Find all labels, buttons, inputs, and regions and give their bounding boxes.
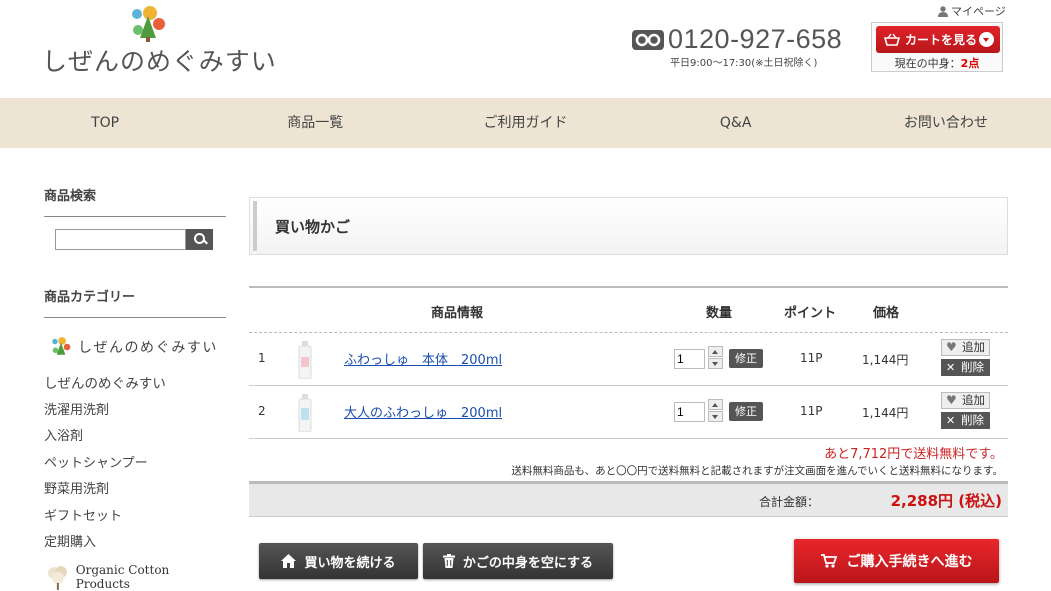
cotton-icon [47, 565, 67, 590]
brand-mark-icon [52, 337, 71, 355]
row-number: 1 [258, 351, 266, 365]
nav-top[interactable]: TOP [0, 98, 210, 148]
free-dial-icon [632, 30, 664, 50]
global-nav: TOP 商品一覧 ご利用ガイド Q&A お問い合わせ [0, 98, 1051, 148]
product-name-link[interactable]: ふわっしゅ 本体 200ml [344, 349, 502, 368]
chevron-down-icon[interactable] [708, 411, 723, 422]
table-row: 1 ふわっしゅ 本体 200ml 修正 11P 1,144円 追加 削除 [249, 333, 1008, 386]
checkout-button[interactable]: ご購入手続きへ進む [794, 539, 999, 583]
category-brand-label: しぜんのめぐみすい [78, 340, 218, 356]
trash-icon [442, 554, 455, 568]
total-value: 2,288円 (税込) [890, 492, 1002, 510]
mypage-label: マイページ [951, 5, 1006, 18]
nav-products[interactable]: 商品一覧 [210, 98, 420, 148]
quantity-stepper[interactable] [708, 346, 724, 370]
total-label: 合計金額： [759, 495, 820, 509]
search-input[interactable] [55, 229, 186, 250]
cart-status-prefix: 現在の中身： [894, 57, 961, 70]
nav-guide[interactable]: ご利用ガイド [420, 98, 630, 148]
phone-number: 0120-927-658 [668, 24, 843, 54]
cart-icon [820, 554, 837, 568]
quantity-input[interactable] [674, 349, 705, 369]
category-item[interactable]: ギフトセット [44, 504, 226, 531]
chevron-down-icon[interactable] [708, 358, 723, 369]
organic-cotton-link[interactable]: Organic Cotton Products [44, 563, 226, 591]
add-favorite-button[interactable]: 追加 [941, 339, 990, 356]
category-item[interactable]: ペットシャンプー [44, 451, 226, 478]
cart-status-count: 2点 [960, 57, 980, 70]
total-bar: 合計金額： 2,288円 (税込) [249, 481, 1008, 517]
logo-mark-icon [132, 6, 165, 42]
cart-table: 商品情報 数量 ポイント 価格 1 ふわっしゅ 本体 200ml 修正 11P … [249, 286, 1008, 517]
continue-label: 買い物を続ける [304, 555, 396, 571]
cart-summary: カートを見る 現在の中身：2点 [871, 22, 1003, 72]
phone-hours: 平日9:00〜17:30(※土日祝除く) [670, 58, 818, 69]
quantity-stepper[interactable] [708, 399, 724, 423]
product-name-link[interactable]: 大人のふわっしゅ 200ml [344, 402, 502, 421]
empty-cart-button[interactable]: かごの中身を空にする [423, 543, 613, 579]
organic-label: Organic Cotton Products [75, 562, 170, 591]
delete-button[interactable]: 削除 [941, 412, 990, 429]
mypage-link[interactable]: マイページ [938, 3, 1006, 19]
chevron-up-icon[interactable] [708, 346, 723, 357]
update-button[interactable]: 修正 [729, 402, 763, 421]
col-points: ポイント [784, 306, 837, 321]
category-heading: 商品カテゴリー [44, 288, 226, 318]
add-favorite-button[interactable]: 追加 [941, 392, 990, 409]
user-icon [938, 5, 948, 17]
table-header: 商品情報 数量 ポイント 価格 [249, 286, 1008, 333]
row-price: 1,144円 [862, 406, 909, 420]
table-row: 2 大人のふわっしゅ 200ml 修正 11P 1,144円 追加 削除 [249, 386, 1008, 439]
category-list: しぜんのめぐみすい 洗濯用洗剤 入浴剤 ペットシャンプー 野菜用洗剤 ギフトセッ… [44, 371, 226, 557]
quantity-input[interactable] [674, 402, 705, 422]
nav-qa[interactable]: Q&A [631, 98, 841, 148]
search-heading: 商品検索 [44, 187, 226, 217]
product-image[interactable] [298, 394, 312, 432]
chevron-down-icon [979, 32, 994, 47]
cart-status: 現在の中身：2点 [872, 55, 1002, 71]
nav-contact[interactable]: お問い合わせ [841, 98, 1051, 148]
view-cart-button[interactable]: カートを見る [876, 26, 1000, 53]
row-price: 1,144円 [862, 353, 909, 367]
category-item[interactable]: しぜんのめぐみすい [44, 371, 226, 398]
checkout-label: ご購入手続きへ進む [846, 554, 973, 570]
col-price: 価格 [873, 306, 900, 321]
row-number: 2 [258, 404, 266, 418]
category-item[interactable]: 洗濯用洗剤 [44, 398, 226, 425]
row-points: 11P [800, 404, 823, 418]
continue-shopping-button[interactable]: 買い物を続ける [259, 543, 418, 579]
free-shipping-subnote: 送料無料商品も、あと〇〇円で送料無料と記載されますが注文画面を進んでいくと送料無… [511, 465, 1003, 477]
logo-text: しぜんのめぐみすい [42, 47, 277, 76]
view-cart-label: カートを見る [905, 33, 978, 47]
product-image[interactable] [298, 341, 312, 379]
page-title-box: 買い物かご [249, 197, 1008, 255]
home-icon [281, 554, 297, 568]
col-info: 商品情報 [431, 306, 484, 321]
site-logo[interactable]: しぜんのめぐみすい [42, 4, 276, 76]
category-item[interactable]: 野菜用洗剤 [44, 477, 226, 504]
col-qty: 数量 [706, 306, 733, 321]
search-icon[interactable] [186, 229, 213, 250]
category-brand[interactable]: しぜんのめぐみすい [44, 323, 226, 371]
sidebar: 商品検索 商品カテゴリー しぜんのめぐみすい しぜんのめぐみすい 洗濯用洗剤 入… [44, 187, 226, 591]
chevron-up-icon[interactable] [708, 399, 723, 410]
category-item[interactable]: 定期購入 [44, 530, 226, 557]
update-button[interactable]: 修正 [729, 349, 763, 368]
row-points: 11P [800, 351, 823, 365]
empty-cart-label: かごの中身を空にする [462, 555, 594, 571]
delete-button[interactable]: 削除 [941, 359, 990, 376]
category-item[interactable]: 入浴剤 [44, 424, 226, 451]
free-shipping-note: あと7,712円で送料無料です。 [824, 447, 1003, 462]
phone-contact: 0120-927-658 平日9:00〜17:30(※土日祝除く) [632, 24, 847, 69]
page-title: 買い物かご [275, 218, 351, 236]
search-form [55, 229, 226, 250]
basket-icon [884, 33, 900, 46]
